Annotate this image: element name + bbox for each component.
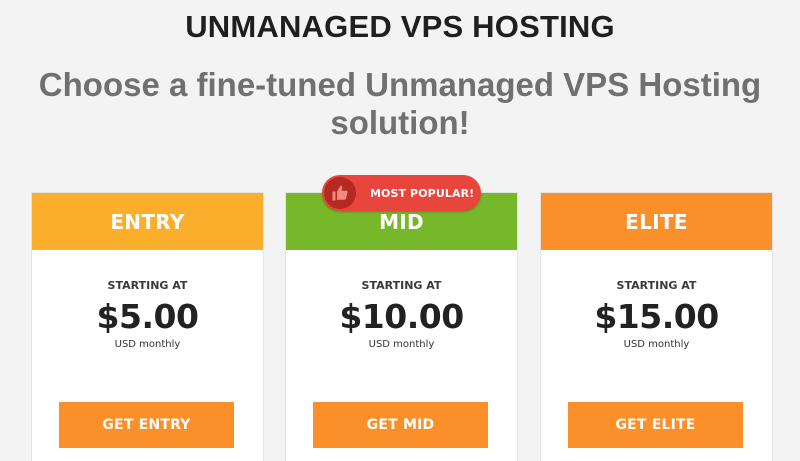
get-entry-button[interactable]: GET ENTRY xyxy=(59,402,234,448)
plan-price: $5.00 xyxy=(96,297,199,336)
page-subtitle: Choose a fine-tuned Unmanaged VPS Hostin… xyxy=(38,66,762,141)
starting-at-label: STARTING AT xyxy=(616,279,697,292)
thumbs-up-icon xyxy=(324,177,356,209)
most-popular-label: MOST POPULAR! xyxy=(370,186,475,200)
plan-name: ENTRY xyxy=(110,209,185,234)
plan-header-entry: ENTRY xyxy=(32,193,263,250)
plan-card-entry: ENTRY STARTING AT $5.00 USD monthly GET … xyxy=(32,193,263,461)
price-period: USD monthly xyxy=(368,339,435,350)
plan-name: ELITE xyxy=(625,209,688,234)
plan-card-elite: ELITE STARTING AT $15.00 USD monthly GET… xyxy=(541,193,772,461)
plan-name: MID xyxy=(379,209,424,234)
plan-price: $10.00 xyxy=(339,297,464,336)
price-period: USD monthly xyxy=(623,339,690,350)
price-period: USD monthly xyxy=(114,339,181,350)
plan-card-mid: MID STARTING AT $10.00 USD monthly GET M… xyxy=(286,193,517,461)
plan-header-elite: ELITE xyxy=(541,193,772,250)
starting-at-label: STARTING AT xyxy=(107,279,188,292)
most-popular-badge: MOST POPULAR! xyxy=(322,175,481,211)
plan-price: $15.00 xyxy=(594,297,719,336)
starting-at-label: STARTING AT xyxy=(361,279,442,292)
get-elite-button[interactable]: GET ELITE xyxy=(568,402,743,448)
get-mid-button[interactable]: GET MID xyxy=(313,402,488,448)
page-title: UNMANAGED VPS HOSTING xyxy=(185,9,615,44)
